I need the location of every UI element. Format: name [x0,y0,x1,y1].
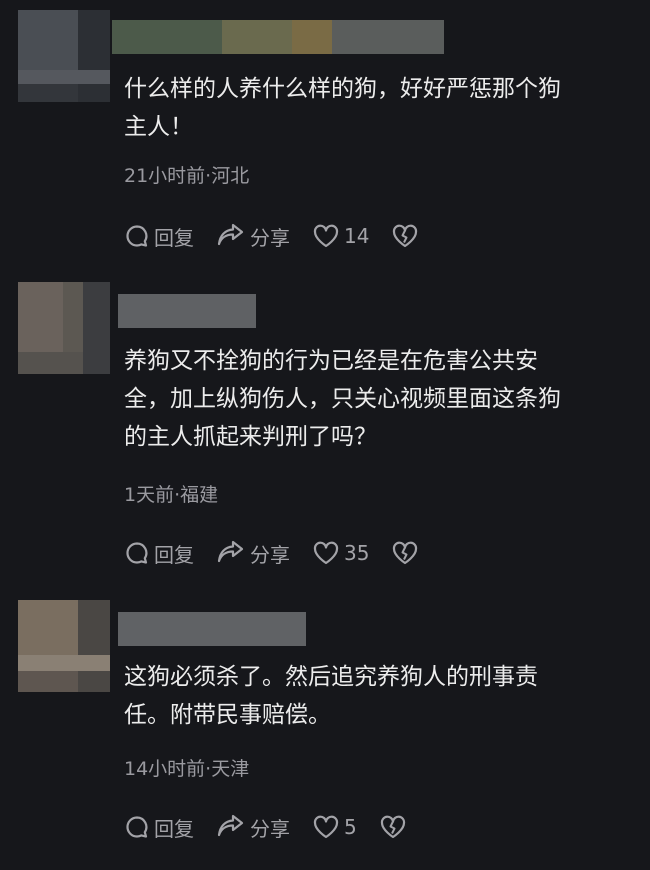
dislike-button[interactable] [379,814,411,840]
broken-heart-icon [393,541,418,565]
avatar[interactable] [18,282,110,374]
avatar[interactable] [18,600,110,692]
reply-button[interactable]: 回复 [124,222,194,251]
avatar[interactable] [18,10,110,102]
reply-label: 回复 [154,542,194,567]
comment-meta: 14小时前·天津 [124,758,250,780]
comment-text: 养狗又不拴狗的行为已经是在危害公共安 全，加上纵狗伤人，只关心视频里面这条狗 的… [124,342,634,456]
dislike-button[interactable] [391,540,423,566]
heart-icon [313,224,339,248]
share-arrow-icon [217,814,244,837]
like-count: 35 [344,541,370,565]
comment-text-line: 主人！ [124,114,193,140]
comment-text: 什么样的人养什么样的狗，好好严惩那个狗 主人！ [124,70,634,146]
reply-button[interactable]: 回复 [124,813,194,842]
heart-icon [313,815,339,839]
comment-feed: 什么样的人养什么样的狗，好好严惩那个狗 主人！ 21小时前·河北 回复 分享 1… [0,0,650,870]
comment-actions: 回复 分享 35 [124,538,423,568]
comment-actions: 回复 分享 14 [124,221,423,251]
like-count: 14 [344,224,370,248]
like-button[interactable]: 14 [312,223,369,249]
reply-label: 回复 [154,816,194,841]
comment-item: 这狗必须杀了。然后追究养狗人的刑事责 任。附带民事赔偿。 14小时前·天津 回复… [0,590,650,870]
broken-heart-icon [393,224,418,248]
comment-item: 养狗又不拴狗的行为已经是在危害公共安 全，加上纵狗伤人，只关心视频里面这条狗 的… [0,270,650,590]
like-count: 5 [344,815,357,839]
share-button[interactable]: 分享 [216,222,290,251]
username-blurred[interactable] [112,20,444,54]
dislike-button[interactable] [391,223,423,249]
comment-icon [126,225,148,247]
like-button[interactable]: 35 [312,540,369,566]
comment-meta: 1天前·福建 [124,484,219,506]
comment-text-line: 什么样的人养什么样的狗，好好严惩那个狗 [124,76,561,102]
share-arrow-icon [217,223,244,246]
share-button[interactable]: 分享 [216,813,290,842]
comment-text-line: 的主人抓起来判刑了吗？ [124,424,377,450]
comment-text: 这狗必须杀了。然后追究养狗人的刑事责 任。附带民事赔偿。 [124,658,634,734]
share-label: 分享 [250,816,290,841]
broken-heart-icon [380,815,405,839]
username-blurred[interactable] [118,294,256,328]
share-label: 分享 [250,225,290,250]
comment-text-line: 这狗必须杀了。然后追究养狗人的刑事责 [124,664,538,690]
comment-icon [126,542,148,564]
comment-icon [126,816,148,838]
comment-text-line: 全，加上纵狗伤人，只关心视频里面这条狗 [124,386,561,412]
share-button[interactable]: 分享 [216,539,290,568]
comment-text-line: 任。附带民事赔偿。 [124,702,331,728]
reply-label: 回复 [154,225,194,250]
username-blurred[interactable] [118,612,306,646]
reply-button[interactable]: 回复 [124,539,194,568]
share-label: 分享 [250,542,290,567]
comment-meta: 21小时前·河北 [124,165,250,187]
comment-text-line: 养狗又不拴狗的行为已经是在危害公共安 [124,348,538,374]
heart-icon [313,541,339,565]
comment-item: 什么样的人养什么样的狗，好好严惩那个狗 主人！ 21小时前·河北 回复 分享 1… [0,0,650,270]
share-arrow-icon [217,540,244,563]
comment-actions: 回复 分享 5 [124,812,411,842]
like-button[interactable]: 5 [312,814,357,840]
